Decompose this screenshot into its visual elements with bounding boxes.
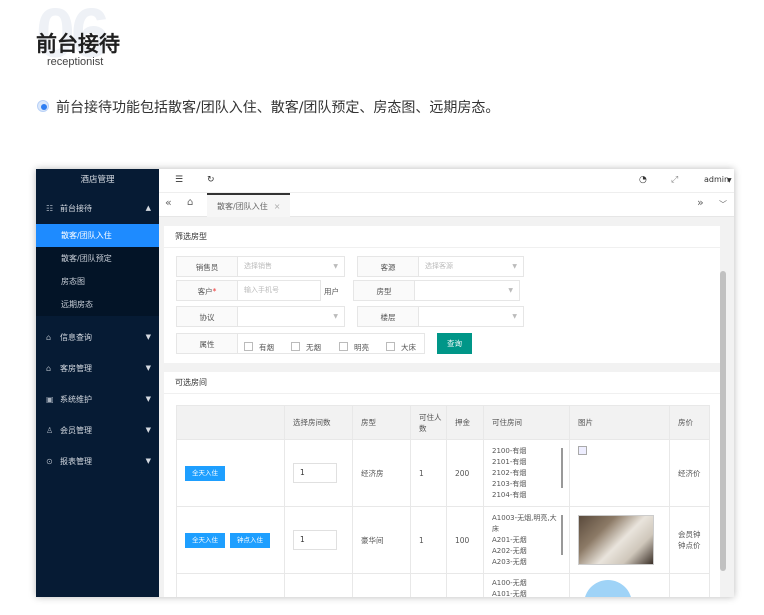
section-subtitle: receptionist — [47, 56, 104, 68]
phone-input[interactable]: 输入手机号 — [237, 280, 321, 301]
sidebar-item-room-status[interactable]: 房态图 — [36, 270, 159, 293]
sidebar-item-booking[interactable]: 散客/团队预定 — [36, 247, 159, 270]
guest-source-select[interactable]: 选择客源 ▼ — [418, 256, 524, 277]
main-content: 筛选房型 销售员 选择销售 ▼ 客源 选择客源 ▼ 客户* 输入手机号 用户 房型 … — [159, 217, 726, 597]
dropdown-arrow-icon: ▼ — [508, 287, 513, 294]
available-room-list[interactable]: A1003-无烟,明亮,大床 A201-无烟 A202-无烟 A203-无烟 — [492, 513, 569, 568]
room-type-select[interactable]: ▼ — [414, 280, 520, 301]
sidebar: 酒店管理 ☷ 前台接待 ▲ 散客/团队入住 散客/团队预定 房态图 远期房态 ⌂ 信息… — [36, 169, 159, 597]
sidebar-brand: 酒店管理 — [80, 175, 115, 185]
checkbox-bigbed[interactable]: 大床 — [386, 342, 416, 353]
chevron-down-icon[interactable]: ﹀ — [719, 199, 727, 210]
filter-title: 筛选房型 — [164, 226, 720, 248]
floor-label: 楼层 — [357, 306, 419, 327]
caret-down-icon: ▼ — [145, 395, 151, 403]
section-header: 06 前台接待 receptionist 前台接待功能包括散客/团队入住、散客/… — [0, 0, 764, 160]
fullday-checkin-button[interactable]: 全天入住 — [185, 465, 225, 481]
available-room-list[interactable]: A100-无烟 A101-无烟 — [492, 578, 569, 597]
dropdown-arrow-icon: ▼ — [512, 313, 517, 320]
table-row: 全天入住 1 经济房 1 200 2100-有烟 2101-有烟 2102-有烟 21… — [176, 439, 710, 507]
bullet-icon — [37, 100, 49, 112]
room-photo — [578, 515, 654, 565]
sidebar-group-reception[interactable]: ☷ 前台接待 ▲ — [36, 193, 159, 224]
caret-up-icon: ▲ — [145, 204, 151, 212]
close-icon[interactable]: × — [274, 202, 281, 211]
salesperson-select[interactable]: 选择销售 ▼ — [237, 256, 345, 277]
fullday-checkin-button[interactable]: 全天入住 — [185, 532, 225, 548]
tabs-next-icon[interactable]: » — [697, 196, 704, 209]
hourly-checkin-button[interactable]: 钟点入住 — [230, 532, 270, 548]
agreement-label: 协议 — [176, 306, 238, 327]
table-row: 全天入住 钟点入住 1 豪华间 1 100 A1003-无烟,明亮,大床 A201-… — [176, 506, 710, 574]
sidebar-group-member[interactable]: ♙ 会员管理 ▼ — [36, 415, 159, 446]
available-room-list[interactable]: 2100-有烟 2101-有烟 2102-有烟 2103-有烟 2104-有烟 — [492, 446, 569, 501]
salesperson-label: 销售员 — [176, 256, 238, 277]
user-menu[interactable]: admin — [704, 175, 729, 184]
rooms-card: 可选房间 选择房间数 房型 可住人数 押金 可住房间 图片 房价 全天入住 1 … — [164, 372, 720, 597]
caret-down-icon[interactable]: ▼ — [727, 177, 732, 184]
checkbox-bright[interactable]: 明亮 — [339, 342, 369, 353]
floor-select[interactable]: ▼ — [418, 306, 524, 327]
scrollbar[interactable] — [720, 271, 726, 571]
fullscreen-icon[interactable]: ⤢ — [671, 175, 678, 185]
theme-icon[interactable]: ◔ — [639, 175, 647, 185]
reception-icon: ☷ — [46, 204, 54, 213]
dropdown-arrow-icon: ▼ — [333, 313, 338, 320]
home-icon[interactable]: ⌂ — [187, 197, 193, 208]
checkbox-nonsmoking[interactable]: 无烟 — [291, 342, 321, 353]
table-header: 选择房间数 房型 可住人数 押金 可住房间 图片 房价 — [176, 405, 710, 440]
user-label: 用户 — [324, 287, 339, 296]
sidebar-item-future-status[interactable]: 远期房态 — [36, 293, 159, 316]
caret-down-icon: ▼ — [145, 364, 151, 372]
sidebar-group-rooms[interactable]: ⌂ 客房管理 ▼ — [36, 353, 159, 384]
checkbox-smoking[interactable]: 有烟 — [244, 342, 274, 353]
filter-card: 筛选房型 销售员 选择销售 ▼ 客源 选择客源 ▼ 客户* 输入手机号 用户 房型 … — [164, 226, 720, 363]
room-count-input[interactable]: 1 — [293, 530, 337, 550]
report-icon: ⊙ — [46, 457, 53, 466]
caret-down-icon: ▼ — [145, 426, 151, 434]
dropdown-arrow-icon: ▼ — [333, 263, 338, 270]
section-description: 前台接待功能包括散客/团队入住、散客/团队预定、房态图、远期房态。 — [56, 100, 500, 116]
caret-down-icon: ▼ — [145, 333, 151, 341]
attribute-label: 属性 — [176, 333, 238, 354]
sidebar-item-checkin[interactable]: 散客/团队入住 — [36, 224, 159, 247]
rooms-title: 可选房间 — [164, 372, 720, 394]
customer-label: 客户* — [176, 280, 238, 301]
query-button[interactable]: 查询 — [437, 333, 472, 354]
tabs-prev-icon[interactable]: « — [165, 196, 172, 209]
guest-source-label: 客源 — [357, 256, 419, 277]
member-icon: ♙ — [46, 426, 54, 435]
top-bar: ☰ ↻ ◔ ⤢ admin ▼ — [159, 169, 734, 193]
house-icon: ⌂ — [46, 333, 52, 342]
menu-toggle-icon[interactable]: ☰ — [175, 175, 183, 185]
room-type-label: 房型 — [353, 280, 415, 301]
tab-bar: « ⌂ 散客/团队入住 × » ﹀ — [159, 193, 734, 217]
sidebar-group-system[interactable]: ▣ 系统维护 ▼ — [36, 384, 159, 415]
tab-checkin[interactable]: 散客/团队入住 × — [207, 193, 291, 217]
sidebar-group-report[interactable]: ⊙ 报表管理 ▼ — [36, 446, 159, 477]
section-title: 前台接待 — [36, 32, 120, 56]
agreement-select[interactable]: ▼ — [237, 306, 345, 327]
wrench-icon: ▣ — [46, 395, 54, 404]
refresh-icon[interactable]: ↻ — [207, 175, 215, 185]
app-screenshot: 酒店管理 ☷ 前台接待 ▲ 散客/团队入住 散客/团队预定 房态图 远期房态 ⌂ 信息… — [36, 169, 734, 597]
room-count-input[interactable]: 1 — [293, 463, 337, 483]
caret-down-icon: ▼ — [145, 457, 151, 465]
rooms-table: 选择房间数 房型 可住人数 押金 可住房间 图片 房价 全天入住 1 经济房 1… — [176, 405, 710, 597]
house-icon: ⌂ — [46, 364, 52, 373]
dropdown-arrow-icon: ▼ — [512, 263, 517, 270]
sidebar-group-info[interactable]: ⌂ 信息查询 ▼ — [36, 322, 159, 353]
broken-image-icon — [578, 446, 587, 455]
